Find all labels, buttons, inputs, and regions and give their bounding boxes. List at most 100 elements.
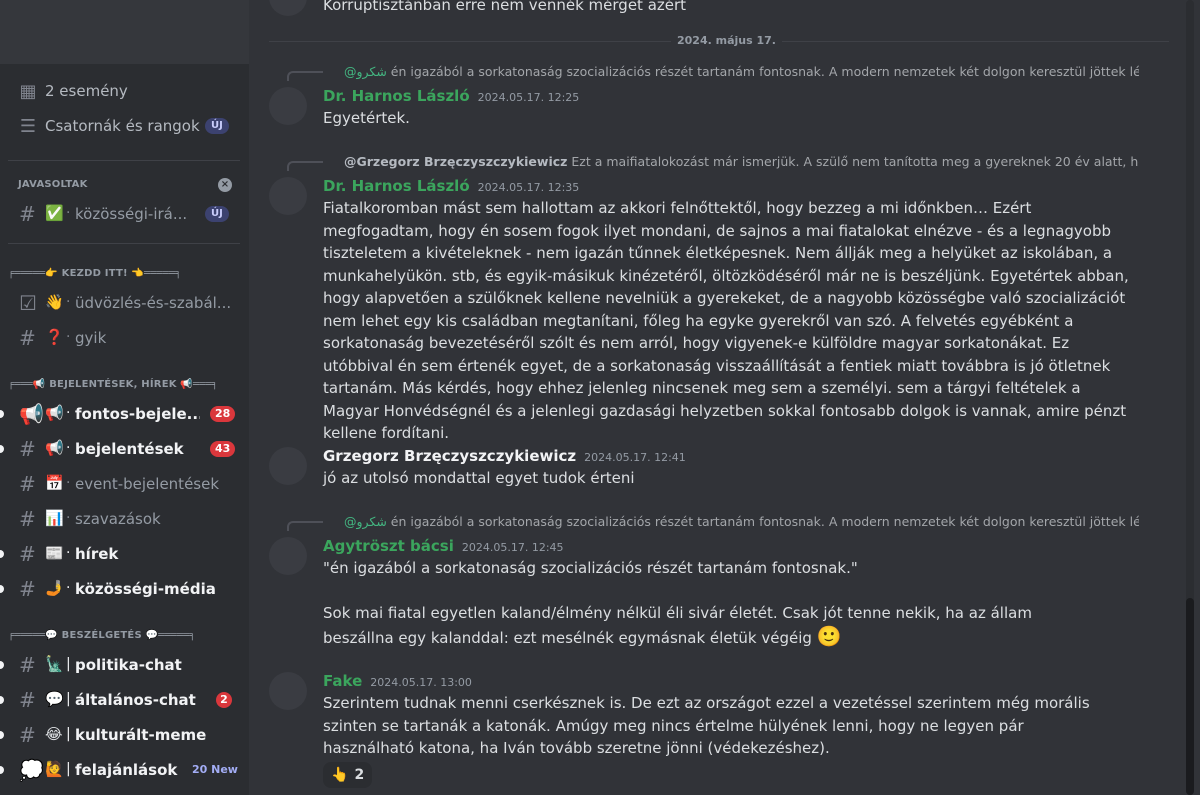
reply-text: Ezt a maifiatalokozást már ismerjük. A s… [567,154,1139,169]
channel-name: hírek [75,545,119,563]
sidebar-channel-event[interactable]: # 📅 · event-bejelentések [0,467,249,501]
category-bejelentesek[interactable]: ╒═══📢 BEJELENTÉSEK, HÍREK 📢═══╕ [8,379,218,390]
events-label: 2 esemény [45,82,128,100]
message-author[interactable]: Grzegorz Brzęczyszczykiewicz 2024.05.17. … [323,447,686,465]
avatar[interactable] [269,537,307,575]
avatar[interactable] [269,177,307,215]
channel-name: bejelentések [75,440,184,458]
channel-emoji: 🤳 [45,579,64,597]
message-quote-line: "én igazából a sorkatonaság szocializáci… [323,559,858,577]
hash-icon: # [19,653,36,677]
message-author[interactable]: Agytröszt bácsi 2024.05.17. 12:45 [323,537,564,555]
reply-connector [287,521,323,531]
unread-dot [0,731,4,739]
category-kezdd-itt[interactable]: ╒═════👉 KEZDD ITT! 👈═════╕ [8,268,181,279]
message-author[interactable]: Fake 2024.05.17. 13:00 [323,672,472,690]
hash-icon: # [19,577,36,601]
message-timestamp: 2024.05.17. 12:41 [584,451,686,464]
sidebar-channel-fontos[interactable]: 📢 📢 · fontos-bejele... 28 [0,397,249,431]
channel-emoji: 📊 [45,509,64,527]
hash-icon: # [19,723,36,747]
channel-name: fontos-bejele... [75,405,200,423]
message-timestamp: 2024.05.17. 12:45 [461,541,564,554]
message-text: Szerintem tudnak menni cserkésznek is. D… [323,694,1090,757]
mention-badge: 28 [210,406,236,422]
reply-preview[interactable]: @Grzegorz Brzęczyszczykiewicz Ezt a maif… [344,154,1139,169]
reply-preview[interactable]: @شكرو én igazából a sorkatonaság szocial… [344,514,1139,529]
mention-badge: 2 [216,692,232,708]
message-timestamp: 2024.05.17. 13:00 [370,676,472,689]
reply-author: @شكرو [344,64,387,79]
mention-badge: 43 [210,441,236,457]
avatar[interactable] [269,672,307,710]
unread-dot [0,696,4,704]
channel-sidebar: ▦ 2 esemény ☰ Csatornák és rangok ÚJ JAV… [0,0,249,795]
channel-name: közösségi-irá... [75,205,188,223]
pointing-up-emoji: 👆 [331,767,349,783]
reply-author: @Grzegorz Brzęczyszczykiewicz [344,154,568,169]
sidebar-channel-politika[interactable]: # 🗽 | politika-chat [0,648,249,682]
close-icon[interactable]: × [218,178,232,192]
hash-icon: # [19,202,36,226]
reply-preview[interactable]: @شكرو én igazából a sorkatonaság szocial… [344,64,1139,79]
sidebar-channel-kozossegi-media[interactable]: # 🤳 · közösségi-média [0,572,249,606]
message-text: Egyetértek. [323,109,410,127]
channels-roles-row[interactable]: ☰ Csatornák és rangok ÚJ [0,109,249,143]
channel-emoji: 📰 [45,544,64,562]
reaction-count: 2 [354,767,365,783]
new-pill: ÚJ [205,118,229,134]
sidebar-channel-udvozles[interactable]: ☑ 👋 · üdvözlés-és-szabál... [0,286,249,320]
reaction-button[interactable]: 👆 2 [323,762,373,788]
sidebar-channel-altalanos[interactable]: # 💬 | általános-chat 2 [0,683,249,717]
channels-roles-label: Csatornák és rangok [45,117,200,135]
reply-text: én igazából a sorkatonaság szocializáció… [386,64,1139,79]
avatar[interactable] [269,447,307,485]
slight-smile-emoji: 🙂 [816,623,842,648]
new-posts-tag: 20 New [192,763,238,776]
channel-emoji: ✅ [45,204,64,222]
sidebar-channel-hirek[interactable]: # 📰 · hírek [0,537,249,571]
channel-name: közösségi-média [75,580,216,598]
avatar[interactable] [269,0,307,16]
channel-emoji: 💬 [45,690,64,708]
channel-name: üdvözlés-és-szabál... [75,294,232,312]
hash-icon: # [19,542,36,566]
channel-emoji: 🗽 [45,655,64,673]
hash-icon: # [19,507,36,531]
avatar[interactable] [269,87,307,125]
forum-icon: 💭 [19,758,44,782]
channel-name: felajánlások [75,761,178,779]
scrollbar-thumb[interactable] [1186,598,1194,795]
category-beszelgetes[interactable]: ╒═════💬 BESZÉLGETÉS 💬═════╕ [8,630,196,641]
reply-connector [287,71,323,81]
channel-name: szavazások [75,510,161,528]
message-timestamp: 2024.05.17. 12:25 [477,91,580,104]
channel-name: általános-chat [75,691,196,709]
sidebar-channel-szavazasok[interactable]: # 📊 · szavazások [0,502,249,536]
hash-icon: # [19,437,36,461]
message-author[interactable]: Dr. Harnos László 2024.05.17. 12:35 [323,177,579,195]
sidebar-channel-gyik[interactable]: # ❓ · gyik [0,321,249,355]
sidebar-channel-meme[interactable]: # 😂 | kulturált-meme [0,718,249,752]
channels-browse-icon: ☰ [19,115,37,137]
suggested-header: JAVASOLTAK [18,179,88,190]
unread-dot [0,410,4,418]
announcement-icon: 📢 [19,402,44,426]
sidebar-channel-felajanlasok[interactable]: 💭 🙋 | felajánlások 20 New [0,753,249,787]
channel-name: politika-chat [75,656,182,674]
channel-emoji: 📢 [45,439,64,457]
unread-dot [0,550,4,558]
channel-emoji: 🙋 [45,760,64,778]
message-text: Korruptisztánban erre nem vennék mérget … [323,0,687,14]
events-row[interactable]: ▦ 2 esemény [0,74,249,108]
rules-icon: ☑ [19,291,37,315]
message-author[interactable]: Dr. Harnos László 2024.05.17. 12:25 [323,87,579,105]
reply-author: @شكرو [344,514,387,529]
channel-emoji: 👋 [45,293,64,311]
server-banner[interactable] [0,0,249,64]
sidebar-channel-bejelentesek[interactable]: # 📢 · bejelentések 43 [0,432,249,466]
unread-dot [0,445,4,453]
message-text: Fiatalkoromban mást sem hallottam az akk… [323,199,1129,442]
date-divider-label: 2024. május 17. [671,34,782,47]
suggested-channel[interactable]: # ✅ · közösségi-irá... ÚJ [0,197,249,231]
